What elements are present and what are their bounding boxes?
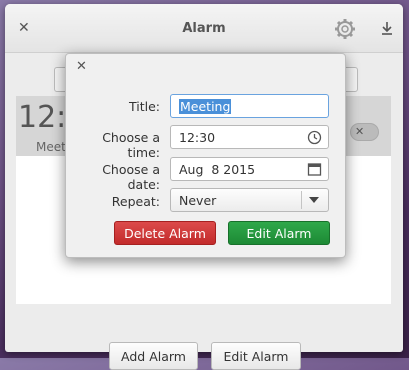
dropdown-arrow-icon[interactable] [309,197,319,203]
repeat-select[interactable]: Never [170,188,329,212]
repeat-select-value: Never [179,193,217,208]
title-input[interactable]: Meeting [170,94,329,118]
delete-alarm-button[interactable]: Delete Alarm [114,221,216,245]
toggle-off-icon: ✕ [355,125,365,138]
time-input[interactable]: 12:30 [170,125,329,149]
time-input-value: 12:30 [179,130,216,145]
title-label: Title: [129,99,160,114]
edit-alarm-dialog: ✕ Title: Meeting Choose a time: 12:30 Ch… [65,53,346,258]
dialog-edit-alarm-button[interactable]: Edit Alarm [228,221,330,245]
date-label: Choose a date: [102,162,160,192]
calendar-icon[interactable] [307,162,322,177]
dialog-close-icon[interactable]: ✕ [76,59,87,74]
add-alarm-button[interactable]: Add Alarm [109,342,198,370]
alarm-title: Meet [36,140,66,154]
date-input-value: Aug 8 2015 [179,162,256,177]
repeat-label: Repeat: [111,194,160,209]
alarm-time: 12: [18,100,67,135]
title-input-value: Meeting [179,99,232,114]
edit-alarm-button[interactable]: Edit Alarm [211,342,301,370]
gear-icon[interactable] [334,18,356,40]
download-icon[interactable] [380,20,394,36]
date-input[interactable]: Aug 8 2015 [170,157,329,181]
time-label: Choose a time: [102,130,160,160]
alarm-toggle[interactable]: ✕ [350,123,379,141]
clock-icon[interactable] [307,130,322,145]
titlebar: ✕ Alarm [5,4,403,53]
select-divider [301,191,302,209]
